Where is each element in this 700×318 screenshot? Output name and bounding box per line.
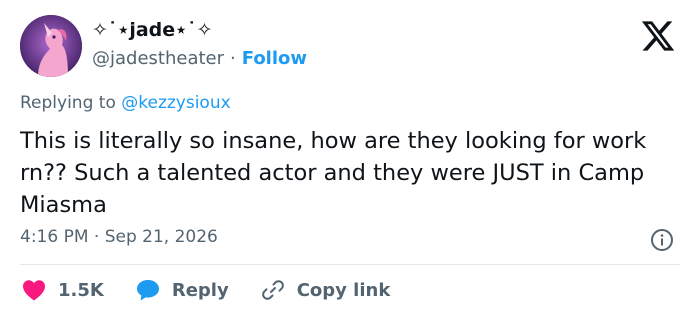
link-icon <box>261 280 284 300</box>
tweet-timestamp[interactable]: 4:16 PM · Sep 21, 2026 <box>20 227 218 247</box>
user-handle[interactable]: @jadestheater <box>92 48 224 69</box>
divider <box>20 264 680 265</box>
replying-to-line: Replying to @kezzysioux <box>20 93 231 113</box>
copy-link-button[interactable]: Copy link <box>261 278 391 302</box>
copy-link-label: Copy link <box>296 279 391 301</box>
tweet-text: This is literally so insane, how are the… <box>20 128 647 218</box>
separator-dot: · <box>230 48 236 69</box>
speech-bubble-icon <box>136 280 159 301</box>
action-bar: 1.5K Reply Copy link <box>22 276 422 304</box>
likes-count: 1.5K <box>58 279 104 301</box>
heart-icon <box>23 280 45 301</box>
reply-label: Reply <box>171 279 229 301</box>
avatar-image <box>20 15 82 77</box>
avatar[interactable] <box>20 15 82 77</box>
x-logo-icon[interactable] <box>639 18 677 54</box>
info-icon[interactable] <box>650 228 674 252</box>
follow-button[interactable]: Follow <box>242 48 307 69</box>
handle-row: @jadestheater · Follow <box>92 48 307 69</box>
replying-to-mention[interactable]: @kezzysioux <box>121 93 230 113</box>
reply-button[interactable]: Reply <box>136 279 229 301</box>
replying-prefix: Replying to <box>20 93 116 113</box>
like-button[interactable]: 1.5K <box>22 279 104 301</box>
display-name[interactable]: ✧˙⋆jade⋆˙✧ <box>92 19 212 41</box>
